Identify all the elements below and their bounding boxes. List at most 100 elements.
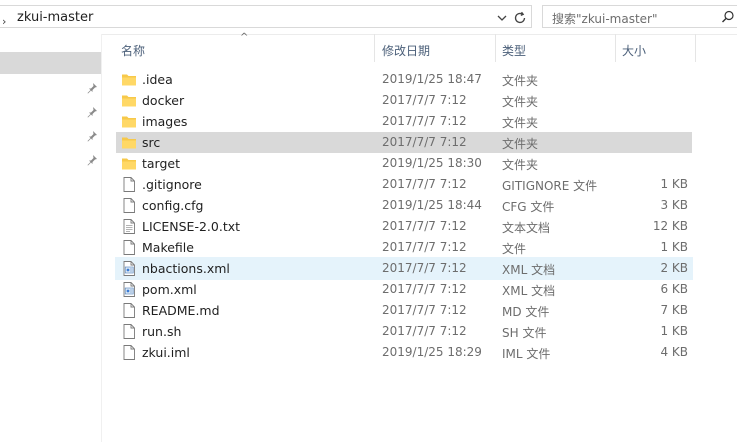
file-size: 2 KB bbox=[660, 261, 688, 275]
address-bar-area: › zkui-master 搜索"zkui-master" bbox=[0, 0, 737, 35]
file-type: 文件夹 bbox=[502, 74, 539, 88]
folder-icon bbox=[122, 95, 136, 107]
address-bar[interactable]: › zkui-master bbox=[0, 5, 532, 28]
file-name: LICENSE-2.0.txt bbox=[142, 219, 241, 234]
file-modified-date: 2017/7/7 7:12 bbox=[382, 303, 467, 317]
file-name: src bbox=[142, 135, 161, 150]
file-row[interactable]: .idea 2019/1/25 18:47 文件夹 bbox=[116, 69, 692, 90]
file-row[interactable]: run.sh 2017/7/7 7:12 SH 文件 1 KB bbox=[116, 321, 692, 342]
chevron-down-icon[interactable] bbox=[494, 10, 510, 26]
file-row[interactable]: docker 2017/7/7 7:12 文件夹 bbox=[116, 90, 692, 111]
file-modified-date: 2017/7/7 7:12 bbox=[382, 177, 467, 191]
pin-icon[interactable] bbox=[86, 82, 98, 94]
file-name: config.cfg bbox=[142, 198, 204, 213]
xml-file-icon bbox=[123, 282, 135, 297]
file-modified-date: 2019/1/25 18:30 bbox=[382, 156, 482, 170]
file-name: docker bbox=[142, 93, 185, 108]
folder-icon bbox=[122, 116, 136, 128]
file-size: 4 KB bbox=[660, 345, 688, 359]
file-row[interactable]: zkui.iml 2019/1/25 18:29 IML 文件 4 KB bbox=[116, 342, 692, 363]
file-row[interactable]: .gitignore 2017/7/7 7:12 GITIGNORE 文件 1 KB bbox=[116, 174, 692, 195]
pin-icon[interactable] bbox=[86, 106, 98, 118]
file-name: README.md bbox=[142, 303, 220, 318]
column-divider[interactable] bbox=[374, 34, 375, 62]
file-icon bbox=[123, 345, 135, 360]
search-icon[interactable] bbox=[721, 10, 735, 24]
column-header-type[interactable]: 类型 bbox=[502, 42, 526, 59]
file-size: 3 KB bbox=[660, 198, 688, 212]
file-row[interactable]: LICENSE-2.0.txt 2017/7/7 7:12 文本文档 12 KB bbox=[116, 216, 692, 237]
file-type: GITIGNORE 文件 bbox=[502, 179, 598, 193]
file-modified-date: 2019/1/25 18:47 bbox=[382, 72, 482, 86]
file-type: 文件 bbox=[502, 242, 527, 256]
column-header-row: ^ 名称 修改日期 类型 大小 bbox=[102, 32, 737, 64]
file-type: 文件夹 bbox=[502, 158, 539, 172]
file-name: nbactions.xml bbox=[142, 261, 230, 276]
file-name: Makefile bbox=[142, 240, 194, 255]
column-header-size[interactable]: 大小 bbox=[622, 42, 646, 59]
file-name: zkui.iml bbox=[142, 345, 190, 360]
file-row[interactable]: pom.xml 2017/7/7 7:12 XML 文档 6 KB bbox=[116, 279, 692, 300]
file-type: XML 文档 bbox=[502, 284, 556, 298]
file-row[interactable]: target 2019/1/25 18:30 文件夹 bbox=[116, 153, 692, 174]
file-type: SH 文件 bbox=[502, 326, 547, 340]
file-modified-date: 2019/1/25 18:44 bbox=[382, 198, 482, 212]
file-icon bbox=[123, 303, 135, 318]
column-divider[interactable] bbox=[495, 34, 496, 62]
breadcrumb-current-folder[interactable]: zkui-master bbox=[17, 10, 93, 25]
file-modified-date: 2017/7/7 7:12 bbox=[382, 135, 467, 149]
file-name: .idea bbox=[142, 72, 173, 87]
refresh-icon[interactable] bbox=[512, 10, 528, 26]
file-size: 12 KB bbox=[652, 219, 688, 233]
column-divider[interactable] bbox=[695, 34, 696, 62]
column-header-name[interactable]: 名称 bbox=[121, 42, 145, 59]
file-row[interactable]: src 2017/7/7 7:12 文件夹 bbox=[116, 132, 692, 153]
xml-file-icon bbox=[123, 261, 135, 276]
file-modified-date: 2019/1/25 18:29 bbox=[382, 345, 482, 359]
file-type: 文本文档 bbox=[502, 221, 551, 235]
file-modified-date: 2017/7/7 7:12 bbox=[382, 261, 467, 275]
file-row[interactable]: config.cfg 2019/1/25 18:44 CFG 文件 3 KB bbox=[116, 195, 692, 216]
file-row[interactable]: README.md 2017/7/7 7:12 MD 文件 7 KB bbox=[116, 300, 692, 321]
breadcrumb-chevron-icon[interactable]: › bbox=[2, 15, 12, 29]
search-input[interactable]: 搜索"zkui-master" bbox=[542, 5, 737, 28]
folder-icon bbox=[122, 137, 136, 149]
file-size: 1 KB bbox=[660, 240, 688, 254]
pin-icon[interactable] bbox=[86, 154, 98, 166]
file-modified-date: 2017/7/7 7:12 bbox=[382, 219, 467, 233]
sort-ascending-icon: ^ bbox=[240, 32, 249, 43]
file-modified-date: 2017/7/7 7:12 bbox=[382, 324, 467, 338]
pin-icon[interactable] bbox=[86, 130, 98, 142]
file-row[interactable]: images 2017/7/7 7:12 文件夹 bbox=[116, 111, 692, 132]
file-size: 1 KB bbox=[660, 177, 688, 191]
file-row[interactable]: nbactions.xml 2017/7/7 7:12 XML 文档 2 KB bbox=[115, 257, 693, 280]
file-icon bbox=[123, 240, 135, 255]
file-row[interactable]: Makefile 2017/7/7 7:12 文件 1 KB bbox=[116, 237, 692, 258]
text-file-icon bbox=[123, 219, 135, 234]
file-size: 1 KB bbox=[660, 324, 688, 338]
file-modified-date: 2017/7/7 7:12 bbox=[382, 282, 467, 296]
file-type: XML 文档 bbox=[502, 263, 556, 277]
file-name: target bbox=[142, 156, 181, 171]
file-name: run.sh bbox=[142, 324, 182, 339]
navigation-pane bbox=[0, 34, 101, 442]
file-modified-date: 2017/7/7 7:12 bbox=[382, 93, 467, 107]
file-modified-date: 2017/7/7 7:12 bbox=[382, 114, 467, 128]
file-name: pom.xml bbox=[142, 282, 197, 297]
file-size: 7 KB bbox=[660, 303, 688, 317]
file-size: 6 KB bbox=[660, 282, 688, 296]
file-list: .idea 2019/1/25 18:47 文件夹 docker 2017/7/7 7:… bbox=[102, 69, 737, 429]
column-divider[interactable] bbox=[615, 34, 616, 62]
column-header-date[interactable]: 修改日期 bbox=[382, 42, 430, 59]
file-type: 文件夹 bbox=[502, 137, 539, 151]
file-type: CFG 文件 bbox=[502, 200, 555, 214]
file-icon bbox=[123, 324, 135, 339]
nav-item-selected[interactable] bbox=[0, 52, 101, 74]
file-type: MD 文件 bbox=[502, 305, 550, 319]
file-modified-date: 2017/7/7 7:12 bbox=[382, 240, 467, 254]
file-name: .gitignore bbox=[142, 177, 202, 192]
file-type: 文件夹 bbox=[502, 95, 539, 109]
explorer-window: › zkui-master 搜索"zkui-master" ^ 名称 修改日期 … bbox=[0, 0, 737, 442]
folder-icon bbox=[122, 158, 136, 170]
file-name: images bbox=[142, 114, 188, 129]
